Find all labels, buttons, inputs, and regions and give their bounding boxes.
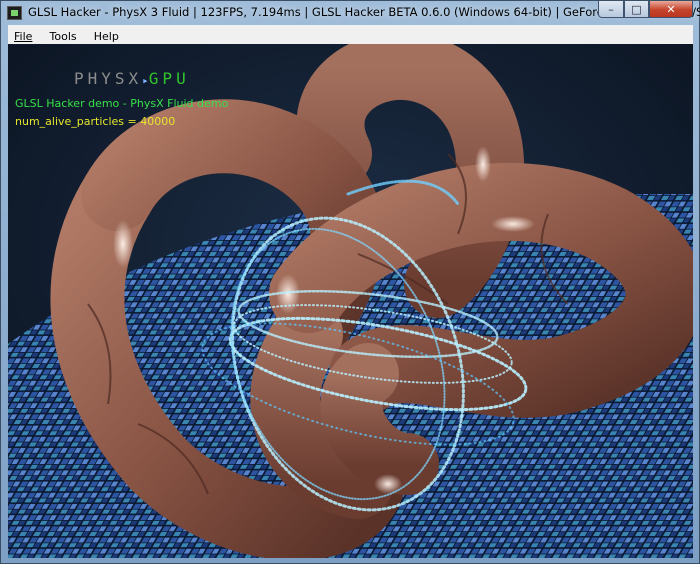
window-controls: – □ ✕	[598, 1, 693, 19]
app-icon[interactable]	[7, 6, 22, 20]
menu-help[interactable]: Help	[88, 27, 125, 43]
minimize-button[interactable]: –	[598, 1, 624, 18]
close-icon: ✕	[666, 2, 676, 16]
menu-tools[interactable]: Tools	[44, 27, 83, 43]
menu-file-label: File	[14, 30, 33, 43]
alive-particles-readout: num_alive_particles = 40000	[15, 115, 176, 128]
render-viewport[interactable]: PHYSX▸GPU GLSL Hacker demo - PhysX Fluid…	[8, 44, 693, 558]
menu-help-label: Help	[93, 30, 119, 43]
gpu-logo-text: GPU	[148, 69, 190, 88]
menu-file[interactable]: File	[8, 27, 38, 43]
physx-gpu-logo: PHYSX▸GPU	[74, 69, 190, 88]
app-window: GLSL Hacker - PhysX 3 Fluid | 123FPS, 7.…	[0, 0, 700, 564]
close-button[interactable]: ✕	[649, 1, 693, 18]
maximize-icon: □	[631, 2, 642, 16]
title-bar[interactable]: GLSL Hacker - PhysX 3 Fluid | 123FPS, 7.…	[1, 1, 700, 25]
menu-bar: File Tools Help	[8, 25, 693, 45]
physx-logo-text: PHYSX	[74, 69, 143, 88]
logo-arrow-icon: ▸	[142, 74, 149, 87]
menu-tools-label: Tools	[49, 30, 77, 43]
minimize-icon: –	[608, 2, 614, 16]
maximize-button[interactable]: □	[624, 1, 649, 18]
demo-name-label: GLSL Hacker demo - PhysX Fluid demo	[15, 97, 229, 110]
